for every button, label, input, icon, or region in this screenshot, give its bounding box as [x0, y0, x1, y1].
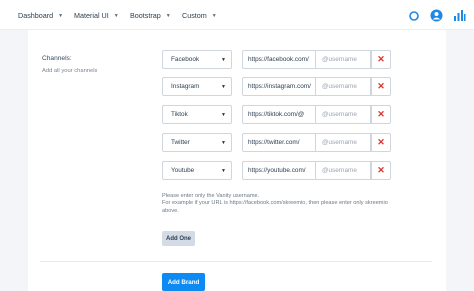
url-prefix: https://instagram.com/	[242, 77, 315, 96]
delete-row-button[interactable]: ✕	[371, 77, 391, 96]
left-gutter	[0, 30, 28, 291]
channel-row: Instagram ▼ https://instagram.com/ @user…	[162, 77, 394, 96]
delete-row-button[interactable]: ✕	[371, 105, 391, 124]
nav-custom-label: Custom	[182, 11, 207, 20]
platform-select-value: Facebook	[171, 56, 200, 63]
platform-select[interactable]: Tiktok ▼	[162, 105, 232, 124]
chevron-down-icon: ▼	[58, 12, 64, 19]
chevron-down-icon: ▼	[211, 12, 217, 19]
nav-material-ui-label: Material UI	[74, 11, 109, 20]
nav-material-ui[interactable]: Material UI ▼	[74, 11, 119, 20]
platform-select[interactable]: Facebook ▼	[162, 50, 232, 69]
channel-row: Twitter ▼ https://twitter.com/ @username…	[162, 133, 394, 152]
close-icon: ✕	[377, 137, 385, 147]
caret-down-icon: ▼	[221, 112, 226, 118]
caret-down-icon: ▼	[221, 168, 226, 174]
user-avatar-icon[interactable]	[430, 9, 443, 27]
platform-select-value: Twitter	[171, 139, 190, 146]
top-navbar: Dashboard ▼ Material UI ▼ Bootstrap ▼ Cu…	[0, 0, 474, 30]
username-input[interactable]: @username	[315, 50, 371, 69]
help-text-line: Please enter only the Vanity username.	[162, 193, 260, 199]
help-text: Please enter only the Vanity username. F…	[162, 193, 402, 215]
username-input[interactable]: @username	[315, 161, 371, 180]
platform-select-value: Youtube	[171, 167, 195, 174]
nav-bootstrap-label: Bootstrap	[130, 11, 161, 20]
close-icon: ✕	[377, 109, 385, 119]
channel-row: Youtube ▼ https://youtube.com/ @username…	[162, 161, 394, 180]
nav-custom[interactable]: Custom ▼	[182, 11, 217, 20]
chevron-down-icon: ▼	[113, 12, 119, 19]
platform-select[interactable]: Twitter ▼	[162, 133, 232, 152]
settings-circle-icon[interactable]	[408, 9, 420, 27]
close-icon: ✕	[377, 81, 385, 91]
activity-chart-icon[interactable]	[453, 9, 466, 27]
username-input[interactable]: @username	[315, 105, 371, 124]
add-brand-button[interactable]: Add Brand	[162, 273, 205, 291]
nav-dashboard-label: Dashboard	[18, 11, 54, 20]
help-text-line: For example if your URL is https://faceb…	[162, 200, 388, 214]
platform-select-value: Instagram	[171, 83, 200, 90]
username-input[interactable]: @username	[315, 133, 371, 152]
platform-select[interactable]: Youtube ▼	[162, 161, 232, 180]
delete-row-button[interactable]: ✕	[371, 133, 391, 152]
chevron-down-icon: ▼	[165, 12, 171, 19]
caret-down-icon: ▼	[221, 57, 226, 63]
nav-dashboard[interactable]: Dashboard ▼	[18, 11, 63, 20]
url-prefix: https://twitter.com/	[242, 133, 315, 152]
channel-row: Tiktok ▼ https://tiktok.com/@ @username …	[162, 105, 394, 124]
add-one-button[interactable]: Add One	[162, 231, 195, 246]
nav-bootstrap[interactable]: Bootstrap ▼	[130, 11, 171, 20]
delete-row-button[interactable]: ✕	[371, 161, 391, 180]
right-gutter	[446, 30, 474, 291]
url-prefix: https://facebook.com/	[242, 50, 315, 69]
username-input[interactable]: @username	[315, 77, 371, 96]
channels-label: Channels:	[42, 55, 72, 62]
delete-row-button[interactable]: ✕	[371, 50, 391, 69]
caret-down-icon: ▼	[221, 84, 226, 90]
platform-select[interactable]: Instagram ▼	[162, 77, 232, 96]
channels-subtitle: Add all your channels	[42, 68, 98, 74]
caret-down-icon: ▼	[221, 140, 226, 146]
url-prefix: https://tiktok.com/@	[242, 105, 315, 124]
channel-row: Facebook ▼ https://facebook.com/ @userna…	[162, 50, 394, 69]
close-icon: ✕	[377, 165, 385, 175]
divider	[40, 261, 432, 262]
platform-select-value: Tiktok	[171, 111, 188, 118]
close-icon: ✕	[377, 54, 385, 64]
url-prefix: https://youtube.com/	[242, 161, 315, 180]
